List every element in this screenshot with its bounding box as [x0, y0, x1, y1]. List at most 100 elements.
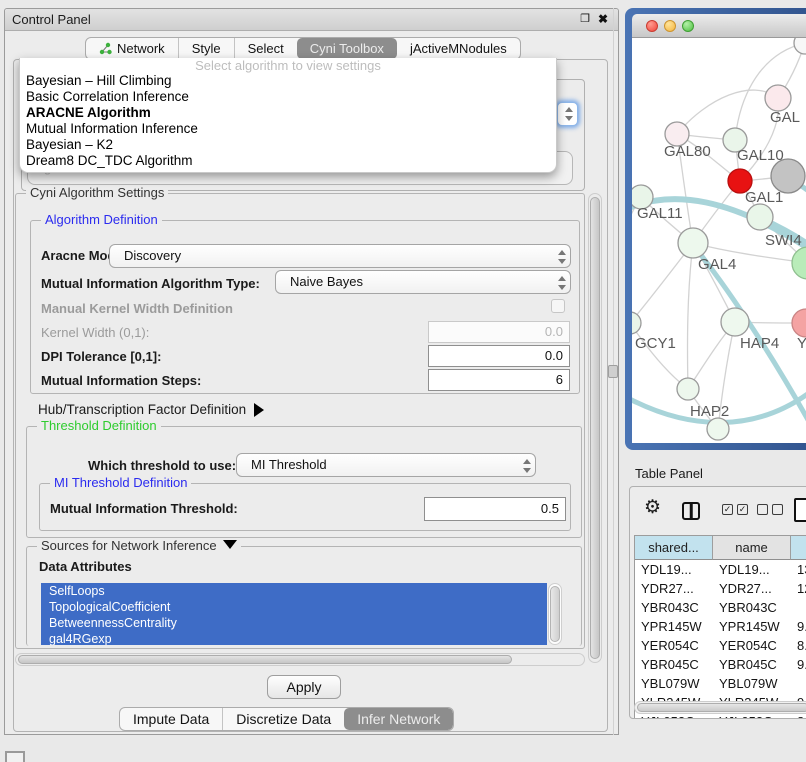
control-panel-titlebar[interactable]: Control Panel ❐ ✖ [5, 9, 618, 31]
dpi-tolerance-value: 0.0 [545, 348, 563, 363]
tab-network[interactable]: Network [86, 38, 178, 59]
table-cell[interactable]: YDL19... [713, 560, 791, 579]
sources-title[interactable]: Sources for Network Inference [37, 538, 241, 553]
network-node[interactable] [632, 312, 641, 334]
table-cell[interactable]: YPR145W [713, 617, 791, 636]
column-header-shared[interactable]: shared... [635, 536, 713, 560]
divider-handle[interactable] [608, 365, 618, 378]
data-attributes-list[interactable]: SelfLoopsTopologicalCoefficientBetweenne… [41, 583, 547, 645]
table-cell[interactable]: 13 [791, 560, 806, 579]
network-node[interactable] [794, 38, 806, 54]
expanded-arrow-icon[interactable] [223, 540, 237, 549]
table-cell[interactable]: 8. [791, 636, 806, 655]
tab-infer-network[interactable]: Infer Network [344, 708, 453, 730]
network-node[interactable] [792, 309, 806, 337]
table-cell[interactable]: YBR043C [635, 598, 713, 617]
table-cell[interactable]: YPR145W [635, 617, 713, 636]
attribute-item[interactable]: BetweennessCentrality [41, 615, 547, 631]
attribute-item[interactable]: TopologicalCoefficient [41, 599, 547, 615]
network-node[interactable] [707, 418, 729, 440]
table-cell[interactable]: YDL19... [635, 560, 713, 579]
apply-button[interactable]: Apply [267, 675, 341, 699]
zoom-traffic-light[interactable] [682, 20, 694, 32]
tab-discretize-data[interactable]: Discretize Data [222, 708, 344, 730]
network-node[interactable] [771, 159, 805, 193]
settings-horizontal-scrollbar[interactable] [15, 653, 585, 666]
mi-type-value: Naive Bayes [290, 274, 363, 289]
attribute-list-scrollbar[interactable] [548, 583, 562, 645]
mi-steps-field[interactable]: 6 [428, 369, 570, 391]
table-cell[interactable] [791, 598, 806, 617]
algorithm-option[interactable]: Mutual Information Inference [20, 121, 556, 137]
table-cell[interactable]: YBL079W [713, 674, 791, 693]
close-icon[interactable]: ✖ [596, 12, 610, 26]
tab-impute-data[interactable]: Impute Data [120, 708, 222, 730]
scrollbar-thumb[interactable] [637, 703, 806, 712]
network-canvas[interactable]: GALGAL80GAL10GAL1GAL11SWI4GAL4GCY1HAP4YH… [632, 38, 806, 443]
table-cell[interactable] [791, 674, 806, 693]
dpi-tolerance-field[interactable]: 0.0 [428, 345, 570, 367]
combobox-arrows-icon [558, 250, 566, 264]
network-node[interactable] [765, 85, 791, 111]
tab-select[interactable]: Select [234, 38, 297, 59]
network-node[interactable] [721, 308, 749, 336]
collapsed-panel-button[interactable] [5, 751, 25, 762]
combobox-arrows-icon [558, 276, 566, 290]
mi-threshold-value: 0.5 [541, 501, 559, 516]
hub-definition-toggle[interactable]: Hub/Transcription Factor Definition [38, 402, 264, 417]
scrollbar-thumb[interactable] [590, 197, 600, 659]
algorithm-option[interactable]: Bayesian – K2 [20, 137, 556, 153]
tab-style[interactable]: Style [178, 38, 234, 59]
mi-type-combobox[interactable]: Naive Bayes [275, 270, 571, 294]
manual-kernel-checkbox[interactable] [551, 299, 565, 313]
scrollbar-thumb[interactable] [18, 655, 512, 664]
column-header-A[interactable]: A [791, 536, 806, 560]
column-header-name[interactable]: name [713, 536, 791, 560]
algorithm-definition-group: Algorithm Definition Aracne Mode: Discov… [30, 220, 580, 394]
deselect-all-columns-icon[interactable] [757, 504, 783, 515]
node-table[interactable]: shared...nameAYDL19...YDL19...13YDR27...… [634, 535, 806, 718]
gear-icon[interactable]: ⚙ [644, 497, 661, 519]
table-cell[interactable]: YDR27... [635, 579, 713, 598]
table-cell[interactable]: YBR045C [635, 655, 713, 674]
attribute-item[interactable]: gal4RGexp [41, 631, 547, 645]
network-node[interactable] [747, 204, 773, 230]
attribute-item[interactable]: SelfLoops [41, 583, 547, 599]
mi-threshold-field[interactable]: 0.5 [424, 497, 566, 521]
float-icon[interactable]: ❐ [578, 12, 592, 26]
close-traffic-light[interactable] [646, 20, 658, 32]
table-cell[interactable]: YBR043C [713, 598, 791, 617]
tab-jactivemnodules[interactable]: jActiveMNodules [397, 38, 520, 59]
tab-cyni-toolbox[interactable]: Cyni Toolbox [297, 38, 397, 59]
table-cell[interactable]: YER054C [635, 636, 713, 655]
scrollbar-thumb[interactable] [550, 586, 560, 642]
collapsed-arrow-icon[interactable] [254, 403, 264, 417]
table-cell[interactable]: YDR27... [713, 579, 791, 598]
algorithm-option[interactable]: Basic Correlation Inference [20, 89, 556, 105]
kernel-width-field[interactable]: 0.0 [428, 321, 570, 343]
table-cell[interactable]: 12 [791, 579, 806, 598]
network-window-titlebar[interactable] [632, 14, 806, 38]
columns-icon[interactable] [682, 502, 700, 520]
select-all-columns-icon[interactable]: ✓✓ [722, 504, 748, 515]
network-node[interactable] [678, 228, 708, 258]
which-threshold-combobox[interactable]: MI Threshold [236, 453, 536, 477]
focused-spinner[interactable] [557, 102, 578, 126]
table-cell[interactable]: 9. [791, 655, 806, 674]
table-cell[interactable]: YER054C [713, 636, 791, 655]
new-table-icon[interactable] [794, 498, 806, 522]
aracne-mode-combobox[interactable]: Discovery [109, 244, 571, 268]
algorithm-option[interactable]: Dream8 DC_TDC Algorithm [20, 153, 556, 169]
table-horizontal-scrollbar[interactable] [634, 701, 806, 714]
algorithm-option[interactable]: Bayesian – Hill Climbing [20, 73, 556, 89]
table-cell[interactable]: YBL079W [635, 674, 713, 693]
network-node[interactable] [677, 378, 699, 400]
which-threshold-value: MI Threshold [251, 457, 327, 472]
algorithm-option[interactable]: ARACNE Algorithm [20, 105, 556, 121]
dropdown-placeholder: Select algorithm to view settings [20, 58, 556, 73]
network-node[interactable] [792, 247, 806, 279]
minimize-traffic-light[interactable] [664, 20, 676, 32]
settings-vertical-scrollbar[interactable] [588, 193, 602, 663]
table-cell[interactable]: 9. [791, 617, 806, 636]
table-cell[interactable]: YBR045C [713, 655, 791, 674]
